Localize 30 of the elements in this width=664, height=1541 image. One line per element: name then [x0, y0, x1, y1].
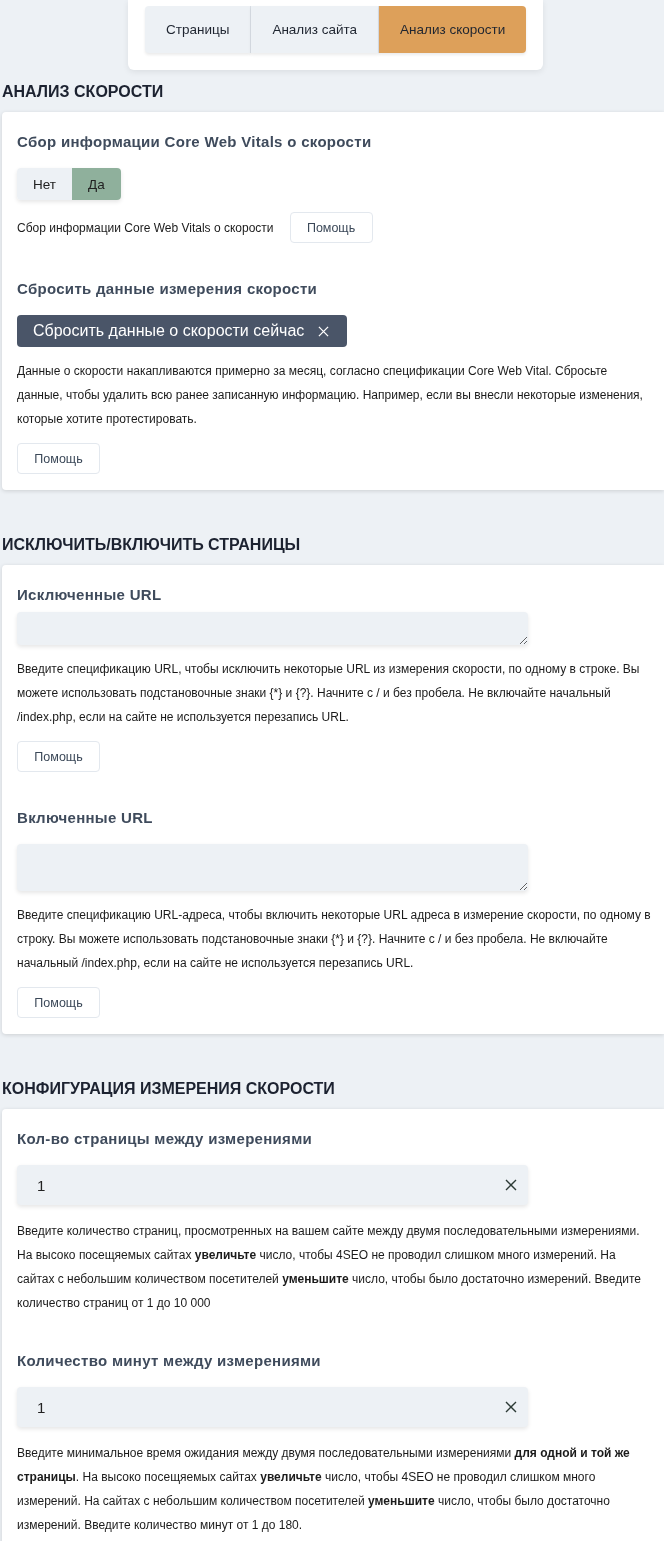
field-description: Введите количество страниц, просмотренных на вашем сайте между двумя последовательными измерениями. На высоко посещяемых сайтах увеличьте число, чтобы 4SEO не проводил слишком много измерений. На сайтах с небольшим количеством посетителей уменьшите число, чтобы было достаточно измерений. Введите количество страниц от 1 до 10 000 [17, 1223, 642, 1312]
tab[interactable]: Страницы [145, 6, 252, 53]
cross-icon[interactable] [505, 1179, 517, 1191]
tab[interactable]: Анализ скорости [379, 6, 527, 53]
field-title: Сбросить данные измерения скорости [17, 279, 319, 299]
number-field[interactable]: 1 [17, 1165, 528, 1205]
section-heading: АНАЛИЗ СКОРОСТИ [2, 82, 165, 102]
help-button[interactable]: Помощь [289, 212, 373, 243]
tab[interactable]: Анализ сайта [251, 6, 380, 53]
field-title: Исключенные URL [17, 585, 163, 605]
field-description: Введите спецификацию URL, чтобы исключить некоторые URL из измерения скорости, по одному в строке. Вы можете использовать подстановочные знаки {*} и {?}. Начните с / и без пробела. Не включайте начальный /index.php, если на сайте не используется перезапись URL. [17, 661, 641, 726]
reset-button[interactable]: Сбросить данные о скорости сейчас [17, 315, 348, 347]
section-heading: КОНФИГУРАЦИЯ ИЗМЕРЕНИЯ СКОРОСТИ [2, 1079, 336, 1099]
toggle-option[interactable]: Да [72, 168, 121, 200]
cross-icon [318, 325, 330, 337]
field-title: Сбор информации Core Web Vitals о скорости [17, 132, 373, 152]
field-description: Данные о скорости накапливаются примерно за месяц, согласно спецификации Core Web Vital. Сбросьте данные, чтобы удалить всю ранее записанную информацию. Например, если вы внесли некоторые изменения, которые хотите протестировать. [17, 363, 644, 428]
help-button[interactable]: Помощь [17, 443, 100, 474]
field-title: Включенные URL [17, 808, 154, 828]
help-button[interactable]: Помощь [17, 741, 100, 772]
field-title: Кол-во страницы между измерениями [17, 1129, 314, 1149]
help-button[interactable]: Помощь [17, 987, 100, 1018]
field-description: Сбор информации Core Web Vitals о скорости [17, 219, 274, 237]
cross-icon[interactable] [505, 1401, 517, 1413]
field-description: Введите спецификацию URL-адреса, чтобы включить некоторые URL адреса в измерение скорости, по одному в строку. Вы можете использовать подстановочные знаки {*} и {?}. Начните с / и без пробела. Не включайте начальный /index.php, если на сайте не используется перезапись URL. [17, 907, 652, 972]
number-field[interactable]: 1 [17, 1387, 528, 1427]
field-description: Введите минимальное время ожидания между двумя последовательными измерениями для одной и той же страницы. На высоко посещяемых сайтах увеличьте число, чтобы 4SEO не проводил слишком много измерений. На сайтах с небольшим количеством посетителей уменьшите число, чтобы было достаточно измерений. Введите количество минут от 1 до 180. [17, 1445, 631, 1534]
section-heading: ИСКЛЮЧИТЬ/ВКЛЮЧИТЬ СТРАНИЦЫ [2, 535, 302, 555]
toggle-option[interactable]: Нет [17, 168, 72, 200]
field-title: Количество минут между измерениями [17, 1351, 322, 1371]
